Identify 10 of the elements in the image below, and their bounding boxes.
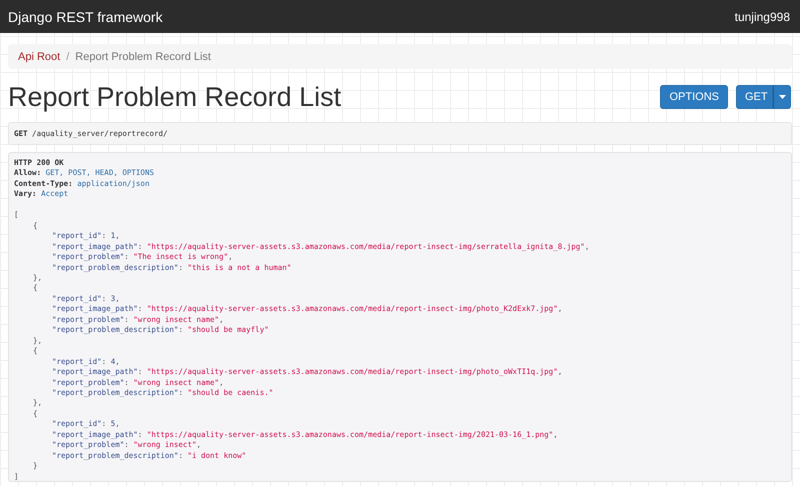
get-button[interactable]: GET (736, 85, 773, 109)
breadcrumb-separator: / (65, 50, 70, 62)
breadcrumb-item[interactable]: Api Root (18, 50, 60, 62)
brand-title[interactable]: Django REST framework (8, 8, 163, 24)
caret-icon (778, 95, 786, 99)
dropdown-toggle[interactable] (773, 85, 791, 109)
options-button[interactable]: OPTIONS (660, 85, 728, 109)
user-menu[interactable]: tunjing998 (734, 10, 790, 24)
breadcrumb-item: Report Problem Record List (75, 50, 211, 62)
page-title: Report Problem Record List (8, 81, 342, 113)
